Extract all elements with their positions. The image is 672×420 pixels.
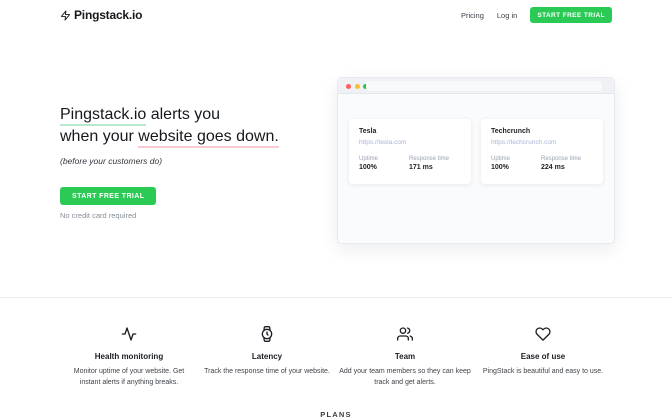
feature-team: Team Add your team members so they can k… [336,326,474,388]
hero-heading-highlight-green: Pingstack.io [60,106,146,126]
activity-icon [60,326,198,342]
feature-title: Team [336,352,474,361]
header-nav: Pricing Log in START FREE TRIAL [461,7,612,23]
response-time-stat: Response time 224 ms [541,156,583,172]
feature-ease-of-use: Ease of use PingStack is beautiful and e… [474,326,612,388]
response-time-value: 224 ms [541,164,583,171]
hero-subtitle: (before your customers do) [60,156,340,166]
plans-section-heading: PLANS [0,410,672,419]
response-time-stat: Response time 171 ms [409,156,451,172]
watch-icon [198,326,336,342]
close-window-icon [346,84,351,89]
site-stats: Uptime 100% Response time 171 ms [359,156,461,172]
uptime-label: Uptime [491,156,533,162]
browser-address-bar [366,81,602,91]
hero-cta-button[interactable]: START FREE TRIAL [60,187,156,205]
uptime-label: Uptime [359,156,401,162]
hero-heading-line1-rest: alerts you [146,106,220,123]
heart-icon [474,326,612,342]
nav-link-pricing[interactable]: Pricing [461,11,484,20]
site-stats: Uptime 100% Response time 224 ms [491,156,593,172]
uptime-value: 100% [359,164,401,171]
feature-description: Track the response time of your website. [198,366,336,377]
browser-content: Tesla https://tesla.com Uptime 100% Resp… [338,94,614,184]
feature-title: Health monitoring [60,352,198,361]
team-icon [336,326,474,342]
feature-latency: Latency Track the response time of your … [198,326,336,388]
features-section: Health monitoring Monitor uptime of your… [60,326,612,388]
response-time-value: 171 ms [409,164,451,171]
site-name: Tesla [359,128,461,135]
feature-title: Ease of use [474,352,612,361]
logo[interactable]: Pingstack.io [60,8,142,22]
response-time-label: Response time [541,156,583,162]
header: Pingstack.io Pricing Log in START FREE T… [60,6,612,24]
hero-heading: Pingstack.io alerts you when your website… [60,104,340,148]
site-url: https://techcrunch.com [491,139,593,146]
traffic-light-icons [346,84,368,89]
browser-titlebar [338,78,614,94]
hero-heading-line2-prefix: when your [60,128,138,145]
hero-heading-highlight-pink: website goes down. [138,128,279,148]
feature-description: Add your team members so they can keep t… [336,366,474,388]
section-divider [0,297,672,298]
response-time-label: Response time [409,156,451,162]
uptime-stat: Uptime 100% [491,156,533,172]
uptime-value: 100% [491,164,533,171]
site-card-tesla: Tesla https://tesla.com Uptime 100% Resp… [349,119,471,184]
header-cta-button[interactable]: START FREE TRIAL [530,7,612,23]
feature-description: Monitor uptime of your website. Get inst… [60,366,198,388]
hero-section: Pingstack.io alerts you when your website… [60,104,340,220]
zap-icon [60,10,71,21]
hero-cta-note: No credit card required [60,211,340,220]
minimize-window-icon [355,84,360,89]
browser-mockup: Tesla https://tesla.com Uptime 100% Resp… [337,77,615,244]
feature-title: Latency [198,352,336,361]
site-card-techcrunch: Techcrunch https://techcrunch.com Uptime… [481,119,603,184]
uptime-stat: Uptime 100% [359,156,401,172]
feature-health-monitoring: Health monitoring Monitor uptime of your… [60,326,198,388]
feature-description: PingStack is beautiful and easy to use. [474,366,612,377]
logo-text: Pingstack.io [74,8,142,22]
site-url: https://tesla.com [359,139,461,146]
site-name: Techcrunch [491,128,593,135]
landing-page: Pingstack.io Pricing Log in START FREE T… [0,0,672,420]
nav-link-login[interactable]: Log in [497,11,517,20]
